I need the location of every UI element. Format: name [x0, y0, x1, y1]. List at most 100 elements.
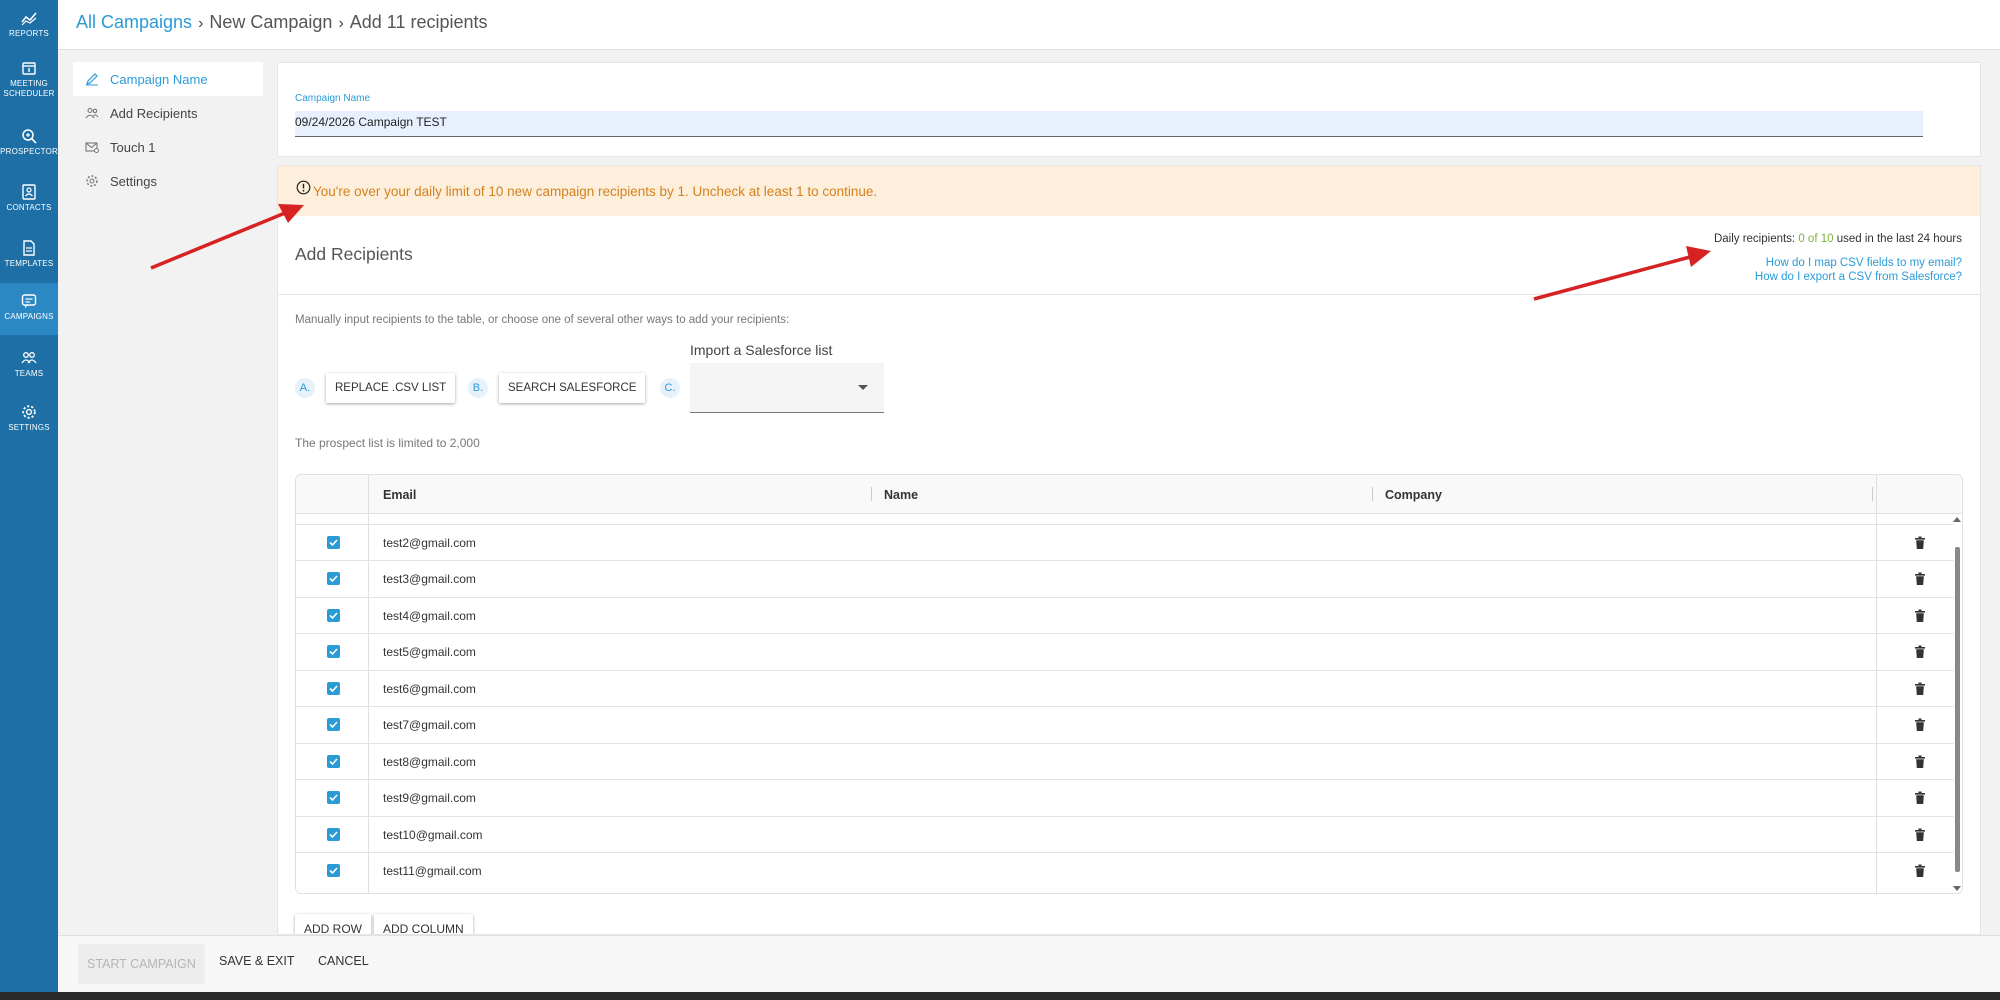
table-row: test4@gmail.com [296, 598, 1954, 634]
prospector-icon [22, 129, 37, 144]
breadcrumb-all-campaigns[interactable]: All Campaigns [76, 12, 192, 32]
nav-teams[interactable]: TEAMS [0, 350, 58, 382]
cancel-button[interactable]: CANCEL [318, 954, 369, 968]
nav-contacts[interactable]: CONTACTS [0, 184, 58, 216]
trash-icon[interactable] [1914, 828, 1926, 842]
salesforce-list-select[interactable] [690, 363, 884, 413]
cell-email[interactable]: test10@gmail.com [383, 828, 483, 842]
cell-email[interactable]: test7@gmail.com [383, 718, 476, 732]
column-resize-handle[interactable] [1872, 487, 1873, 501]
trash-icon[interactable] [1914, 682, 1926, 696]
nav-campaigns[interactable]: CAMPAIGNS [0, 283, 58, 335]
campaigns-icon [21, 294, 37, 308]
table-scrollbar[interactable] [1952, 514, 1962, 893]
daily-limit-warning: You're over your daily limit of 10 new c… [278, 166, 1980, 216]
nav-meeting-label-2: SCHEDULER [3, 89, 55, 98]
daily-recipients-status: Daily recipients: 0 of 10 used in the la… [1714, 233, 1962, 245]
checkmark-icon [329, 648, 338, 656]
cell-email[interactable]: test5@gmail.com [383, 645, 476, 659]
trash-icon[interactable] [1914, 536, 1926, 550]
row-checkbox[interactable] [327, 718, 340, 731]
row-checkbox[interactable] [327, 754, 340, 768]
help-link-map-csv[interactable]: How do I map CSV fields to my email? [1755, 256, 1962, 270]
save-exit-button[interactable]: SAVE & EXIT [219, 954, 295, 968]
nav-templates[interactable]: TEMPLATES [0, 240, 58, 272]
step-label: Touch 1 [110, 139, 156, 155]
replace-csv-button[interactable]: REPLACE .CSV LIST [326, 373, 456, 403]
row-checkbox[interactable] [327, 535, 340, 549]
add-column-button[interactable]: ADD COLUMN [374, 914, 473, 934]
row-checkbox[interactable] [327, 681, 340, 695]
column-resize-handle[interactable] [871, 487, 872, 501]
step-campaign-name[interactable]: Campaign Name [73, 62, 263, 96]
step-label: Settings [110, 173, 157, 189]
trash-icon[interactable] [1914, 609, 1926, 623]
bottom-strip [0, 992, 2000, 1000]
cell-email[interactable]: test2@gmail.com [383, 536, 476, 550]
row-checkbox[interactable] [327, 572, 340, 585]
nav-teams-label: TEAMS [14, 369, 44, 378]
search-salesforce-button[interactable]: SEARCH SALESFORCE [499, 373, 646, 403]
row-checkbox[interactable] [327, 864, 340, 877]
templates-icon [23, 240, 35, 256]
row-checkbox[interactable] [327, 827, 340, 841]
scroll-down-icon[interactable] [1953, 886, 1961, 891]
cell-email[interactable]: test8@gmail.com [383, 755, 476, 769]
cell-email[interactable]: test9@gmail.com [383, 791, 476, 805]
nav-meeting-scheduler[interactable]: MEETING SCHEDULER [0, 60, 58, 105]
checkmark-icon [329, 575, 338, 583]
nav-campaigns-label: CAMPAIGNS [4, 312, 54, 321]
column-header-company[interactable]: Company [1385, 488, 1442, 502]
nav-contacts-label: CONTACTS [6, 203, 52, 212]
alert-circle-icon [296, 180, 311, 195]
add-row-button[interactable]: ADD ROW [295, 914, 371, 934]
checkmark-icon [329, 794, 338, 802]
help-link-export-csv[interactable]: How do I export a CSV from Salesforce? [1755, 270, 1962, 284]
campaign-name-label: Campaign Name [295, 93, 371, 104]
nav-templates-label: TEMPLATES [4, 259, 54, 268]
checkmark-icon [329, 867, 338, 875]
start-campaign-button[interactable]: START CAMPAIGN [78, 944, 205, 984]
table-row: test5@gmail.com [296, 634, 1954, 671]
scroll-up-icon[interactable] [1953, 517, 1961, 522]
scrollbar-thumb[interactable] [1955, 547, 1960, 872]
checkmark-icon [329, 721, 338, 729]
row-checkbox[interactable] [327, 608, 340, 622]
cell-email[interactable]: test4@gmail.com [383, 609, 476, 623]
teams-icon [21, 352, 37, 364]
checkmark-icon [329, 611, 338, 619]
table-row: test10@gmail.com [296, 817, 1954, 853]
help-links: How do I map CSV fields to my email? How… [1755, 256, 1962, 284]
settings-icon [22, 405, 36, 419]
column-resize-handle[interactable] [1372, 487, 1373, 501]
trash-icon[interactable] [1914, 755, 1926, 769]
step-touch-1[interactable]: Touch 1 [73, 130, 263, 164]
column-header-name[interactable]: Name [884, 488, 918, 502]
row-checkbox[interactable] [327, 791, 340, 804]
campaign-name-input[interactable] [295, 111, 1923, 137]
trash-icon[interactable] [1914, 791, 1926, 805]
nav-prospector[interactable]: PROSPECTOR [0, 128, 58, 160]
cell-email[interactable]: test3@gmail.com [383, 572, 476, 586]
column-header-email[interactable]: Email [383, 488, 416, 502]
trash-icon[interactable] [1914, 572, 1926, 586]
trash-icon[interactable] [1914, 718, 1926, 732]
nav-reports[interactable]: REPORTS [0, 10, 58, 40]
option-c-badge: C. [660, 378, 680, 398]
chevron-right-icon: › [338, 15, 344, 32]
checkmark-icon [329, 757, 338, 765]
step-add-recipients[interactable]: Add Recipients [73, 96, 263, 130]
trash-icon[interactable] [1914, 864, 1926, 878]
nav-prospector-label: PROSPECTOR [0, 147, 58, 156]
cell-email[interactable]: test11@gmail.com [383, 864, 482, 878]
table-row: test6@gmail.com [296, 671, 1954, 707]
add-recipients-panel: You're over your daily limit of 10 new c… [277, 165, 1981, 935]
row-checkbox[interactable] [327, 645, 340, 658]
left-nav-rail: REPORTS MEETING SCHEDULER PROSPECTOR CON… [0, 0, 58, 1000]
step-nav: Campaign Name Add Recipients Touch 1 Set… [73, 62, 263, 198]
step-settings[interactable]: Settings [73, 164, 263, 198]
salesforce-list-label: Import a Salesforce list [690, 342, 833, 358]
cell-email[interactable]: test6@gmail.com [383, 682, 476, 696]
trash-icon[interactable] [1914, 645, 1926, 659]
nav-settings[interactable]: SETTINGS [0, 404, 58, 436]
